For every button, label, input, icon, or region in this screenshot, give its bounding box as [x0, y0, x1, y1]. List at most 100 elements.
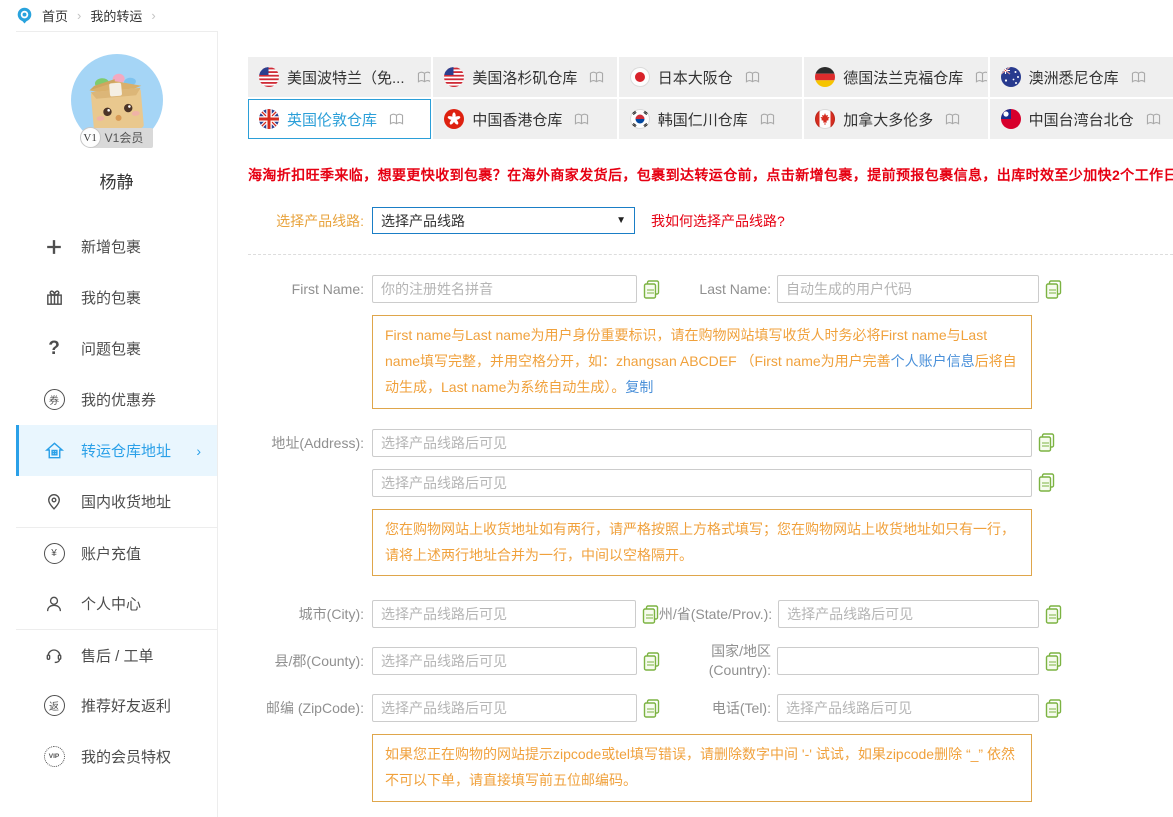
copy-icon[interactable] [1045, 605, 1062, 624]
address-line1-input[interactable] [372, 429, 1032, 457]
last-name-input[interactable] [777, 275, 1039, 303]
tel-input[interactable] [777, 694, 1039, 722]
county-input[interactable] [372, 647, 637, 675]
copy-icon[interactable] [1045, 699, 1062, 718]
product-line-select[interactable]: 选择产品线路 ▼ [372, 207, 635, 234]
select-arrow-icon: ▼ [616, 215, 626, 226]
zipcode-notice-box: 如果您正在购物的网站提示zipcode或tel填写错误，请删除数字中间 '-' … [372, 734, 1032, 802]
first-name-input[interactable] [372, 275, 637, 303]
country-input[interactable] [777, 647, 1039, 675]
ca-flag-icon [815, 109, 835, 129]
username: 杨静 [16, 168, 217, 193]
sidebar-item-warehouse-address[interactable]: 转运仓库地址 › [16, 425, 217, 476]
sidebar-item-new-package[interactable]: 新增包裹 [16, 221, 217, 272]
sidebar-item-recharge[interactable]: ¥ 账户充值 [16, 527, 217, 578]
coupon-icon: 券 [42, 389, 66, 410]
tab-warehouse-tw-taipei[interactable]: 中国台湾台北仓 [990, 99, 1173, 139]
address-line2-input[interactable] [372, 469, 1032, 497]
address-row-1: 地址(Address): [248, 429, 1062, 457]
headset-icon [42, 645, 66, 665]
book-icon [975, 71, 987, 84]
sidebar-item-problem-packages[interactable]: ? 问题包裹 [16, 323, 217, 374]
dashed-divider [248, 254, 1173, 255]
location-pin-icon [42, 492, 66, 512]
book-icon [574, 113, 589, 126]
tab-warehouse-hk[interactable]: 中国香港仓库 [433, 99, 616, 139]
account-info-link[interactable]: 个人账户信息 [891, 353, 975, 369]
au-flag-icon [1001, 67, 1021, 87]
promo-banner: 海淘折扣旺季来临，想要更快收到包裹？在海外商家发货后，包裹到达转运仓前，点击新增… [248, 165, 1173, 185]
sidebar-item-personal-center[interactable]: 个人中心 [16, 578, 217, 629]
copy-icon[interactable] [643, 280, 660, 299]
tab-warehouse-de-frankfurt[interactable]: 德国法兰克福仓库 [804, 57, 987, 97]
tw-flag-icon [1001, 109, 1021, 129]
copy-icon[interactable] [643, 652, 660, 671]
county-country-row: 县/郡(County): 国家/地区 (Country): [248, 642, 1062, 680]
sidebar-item-coupons[interactable]: 券 我的优惠券 [16, 374, 217, 425]
jp-flag-icon [630, 67, 650, 87]
vip-level-icon: V1 [80, 127, 101, 148]
address-row-2 [248, 469, 1062, 497]
us-flag-icon [259, 67, 279, 87]
book-icon [589, 71, 604, 84]
warehouse-icon [42, 440, 66, 461]
state-label: 州/省(State/Prov.): [659, 604, 778, 624]
zipcode-label: 邮编 (ZipCode): [248, 698, 372, 718]
gift-package-icon [42, 287, 66, 308]
plus-icon [42, 237, 66, 257]
sidebar-menu: 新增包裹 我的包裹 ? 问题包裹 券 我的优惠券 转运仓库地址 [16, 221, 217, 782]
membership-badge: V1 V1会员 [16, 127, 217, 148]
sidebar: V1 V1会员 杨静 新增包裹 我的包裹 ? 问题包裹 [16, 31, 218, 817]
zipcode-input[interactable] [372, 694, 637, 722]
copy-icon[interactable] [1038, 473, 1055, 492]
address-notice-box: 您在购物网站上收货地址如有两行，请严格按照上方格式填写；您在购物网站上收货地址如… [372, 509, 1032, 577]
tab-warehouse-uk-london[interactable]: 英国伦敦仓库 [248, 99, 431, 139]
tab-warehouse-us-portland[interactable]: 美国波特兰（免... [248, 57, 431, 97]
book-icon [1131, 71, 1146, 84]
sidebar-item-member-privileges[interactable]: VIP 我的会员特权 [16, 731, 217, 782]
copy-icon[interactable] [642, 605, 659, 624]
product-line-row: 选择产品线路: 选择产品线路 ▼ 我如何选择产品线路? [248, 207, 1173, 234]
question-icon: ? [42, 338, 66, 360]
hk-flag-icon [444, 109, 464, 129]
tab-warehouse-us-la[interactable]: 美国洛杉矶仓库 [433, 57, 616, 97]
tab-warehouse-kr-incheon[interactable]: 韩国仁川仓库 [619, 99, 802, 139]
gb-flag-icon [259, 109, 279, 129]
breadcrumb-separator: › [77, 8, 81, 23]
product-line-help-link[interactable]: 我如何选择产品线路? [651, 211, 785, 231]
copy-icon[interactable] [643, 699, 660, 718]
tab-warehouse-jp-osaka[interactable]: 日本大阪仓 [619, 57, 802, 97]
copy-name-link[interactable]: 复制 [625, 379, 653, 395]
address-label: 地址(Address): [248, 433, 372, 453]
breadcrumb-current-link[interactable]: 我的转运 [90, 6, 142, 25]
location-pin-icon [16, 7, 33, 24]
city-input[interactable] [372, 600, 636, 628]
copy-icon[interactable] [1045, 652, 1062, 671]
city-state-row: 城市(City): 州/省(State/Prov.): [248, 600, 1062, 628]
tab-warehouse-au-sydney[interactable]: 澳洲悉尼仓库 [990, 57, 1173, 97]
breadcrumb-home-link[interactable]: 首页 [42, 6, 68, 25]
state-input[interactable] [778, 600, 1039, 628]
tel-label: 电话(Tel): [712, 698, 777, 718]
sidebar-item-my-packages[interactable]: 我的包裹 [16, 272, 217, 323]
sidebar-item-domestic-address[interactable]: 国内收货地址 [16, 476, 217, 527]
copy-icon[interactable] [1045, 280, 1062, 299]
sidebar-item-aftersales[interactable]: 售后 / 工单 [16, 629, 217, 680]
profile-section: V1 V1会员 杨静 [16, 32, 217, 193]
name-notice-box: First name与Last name为用户身份重要标识，请在购物网站填写收货… [372, 315, 1032, 409]
chevron-right-icon: › [196, 443, 201, 459]
vip-icon: VIP [42, 746, 66, 767]
main-content: 美国波特兰（免... 美国洛杉矶仓库 日本大阪仓 德国法兰克福仓库 澳洲悉尼仓库 [248, 57, 1173, 817]
kr-flag-icon [630, 109, 650, 129]
last-name-label: Last Name: [699, 281, 777, 297]
sidebar-item-referral[interactable]: 返 推荐好友返利 [16, 680, 217, 731]
city-label: 城市(City): [248, 604, 372, 624]
page: 首页 › 我的转运 › [0, 0, 1173, 817]
book-icon [417, 71, 432, 84]
copy-icon[interactable] [1038, 433, 1055, 452]
tab-warehouse-ca-toronto[interactable]: 加拿大多伦多 [804, 99, 987, 139]
book-icon [389, 113, 404, 126]
zip-tel-row: 邮编 (ZipCode): 电话(Tel): [248, 694, 1062, 722]
book-icon [1146, 113, 1161, 126]
warehouse-tabs: 美国波特兰（免... 美国洛杉矶仓库 日本大阪仓 德国法兰克福仓库 澳洲悉尼仓库 [248, 57, 1173, 139]
